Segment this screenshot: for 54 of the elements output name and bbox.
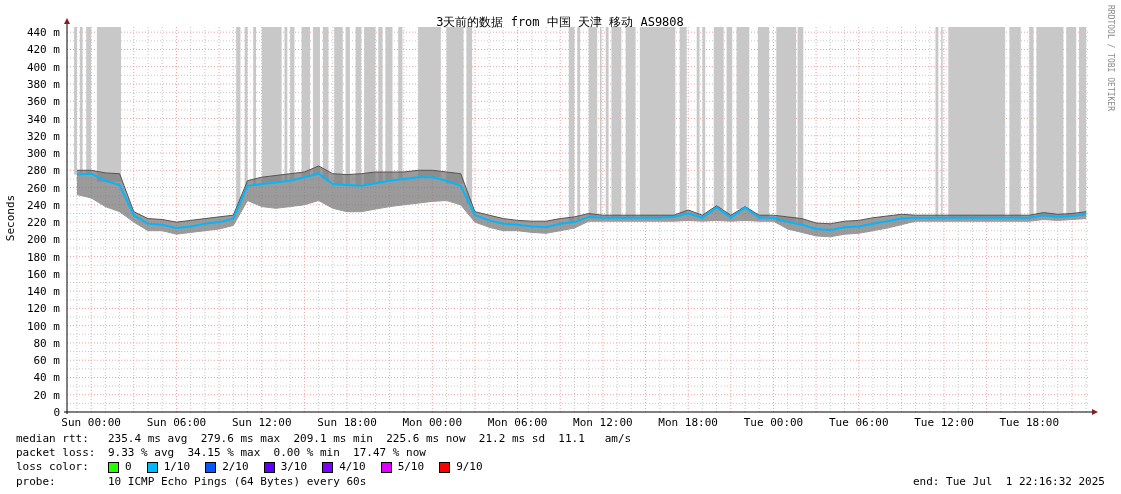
x-tick-label: Mon 12:00 xyxy=(573,416,633,429)
y-tick-label: 140 m xyxy=(26,285,60,299)
legend-item-label: 2/10 xyxy=(222,460,249,475)
legend-item-label: 1/10 xyxy=(163,460,191,475)
x-tick-label: Sun 12:00 xyxy=(231,416,292,429)
y-tick-label: 200 m xyxy=(26,233,60,247)
y-tick-label: 20 m xyxy=(33,388,60,402)
y-tick-label: 40 m xyxy=(33,371,60,385)
y-tick-label: 300 m xyxy=(26,147,60,161)
x-tick-label: Mon 18:00 xyxy=(658,416,718,429)
x-tick-label: Mon 00:00 xyxy=(402,416,463,429)
x-tick-label: Sun 18:00 xyxy=(317,416,377,429)
x-tick-label: Sun 00:00 xyxy=(61,416,121,429)
legend-label: loss color: xyxy=(16,460,90,475)
y-axis-label: Seconds xyxy=(4,194,17,242)
legend-label: probe: xyxy=(16,474,57,489)
y-tick-label: 360 m xyxy=(26,95,60,109)
chart-title: 3天前的数据 from 中国 天津 移动 AS9808 xyxy=(436,15,684,29)
legend-item-label: 4/10 xyxy=(339,460,366,475)
line-series xyxy=(76,165,1087,225)
legend-item-label: 3/10 xyxy=(280,460,308,475)
x-tick-label: Tue 18:00 xyxy=(999,416,1060,429)
x-tick-label: Tue 00:00 xyxy=(743,416,804,429)
legend-item-label: 9/10 xyxy=(456,460,483,475)
legend-item-label: 0 xyxy=(125,460,132,475)
y-tick-label: 280 m xyxy=(26,164,60,178)
y-tick-label: 320 m xyxy=(26,129,60,143)
x-tick-label: Tue 12:00 xyxy=(914,416,974,429)
legend-label: median rtt: xyxy=(16,432,90,447)
x-tick-label: Tue 06:00 xyxy=(828,416,889,429)
packet-loss-stats: 9.33 % avg 34.15 % max 0.00 % min 17.47 % now xyxy=(108,446,426,461)
y-tick-label: 160 m xyxy=(26,267,60,281)
y-tick-label: 400 m xyxy=(26,60,60,74)
y-tick-label: 100 m xyxy=(26,319,60,333)
y-tick-label: 440 m xyxy=(26,26,60,40)
y-tick-label: 80 m xyxy=(33,336,60,350)
y-tick-label: 0 xyxy=(53,406,60,419)
y-tick-label: 220 m xyxy=(26,216,60,230)
legend-label: packet loss: xyxy=(16,446,97,461)
x-tick-label: Mon 06:00 xyxy=(487,416,548,429)
credit-text: RRDTOOL / TOBI OETIKER xyxy=(1106,5,1115,111)
x-tick-label: Sun 06:00 xyxy=(146,416,207,429)
y-tick-label: 260 m xyxy=(26,181,60,195)
probe-description: 10 ICMP Echo Pings (64 Bytes) every 60s xyxy=(108,474,367,489)
y-tick-label: 240 m xyxy=(26,198,60,212)
y-tick-label: 180 m xyxy=(26,250,60,264)
y-tick-label: 120 m xyxy=(26,302,60,316)
median-rtt-stats: 235.4 ms avg 279.6 ms max 209.1 ms min 225.6 ms now 21.2 ms sd 11.1 am/s xyxy=(108,432,632,447)
y-tick-label: 60 m xyxy=(33,354,60,368)
legend-item-label: 5/10 xyxy=(397,460,425,475)
end-timestamp: end: Tue Jul 1 22:16:32 2025 xyxy=(912,474,1105,489)
y-tick-label: 380 m xyxy=(26,77,60,91)
y-tick-label: 340 m xyxy=(26,112,60,126)
y-tick-label: 420 m xyxy=(26,43,60,57)
